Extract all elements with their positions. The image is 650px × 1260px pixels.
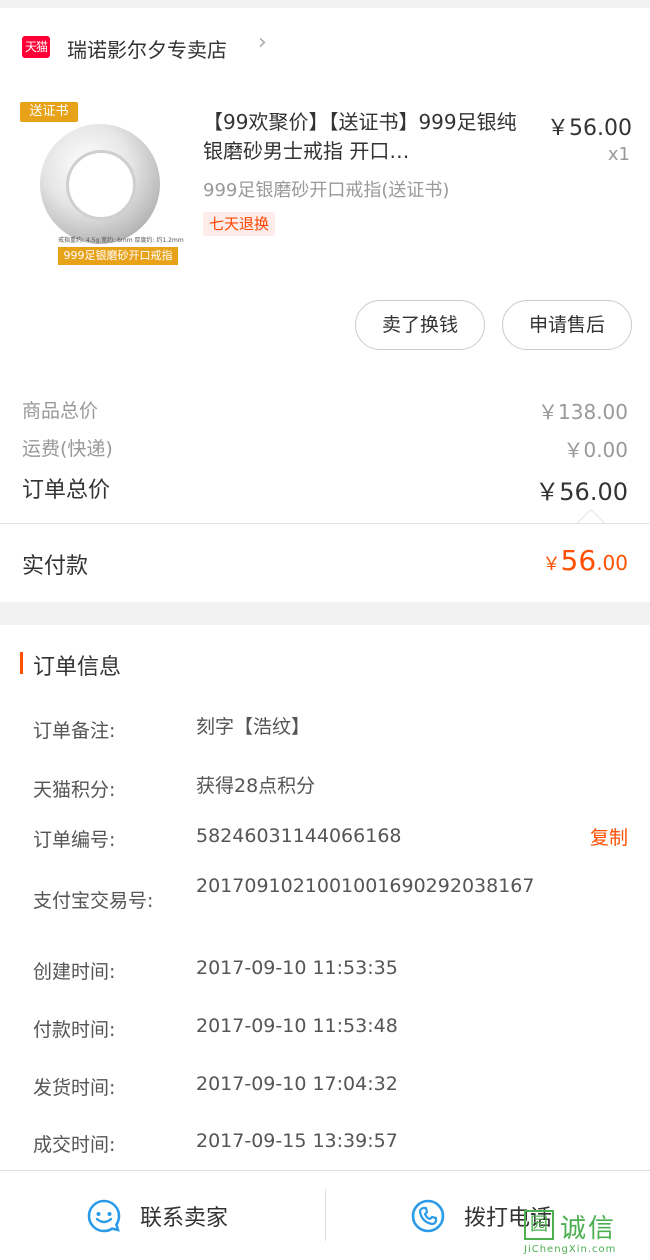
paid-time-value: 2017-09-10 11:53:48 — [196, 1015, 398, 1037]
alipay-trade-no-value: 2017091021001001690292038167 — [196, 875, 535, 897]
watermark-box: 园 — [524, 1210, 554, 1240]
contact-seller-label: 联系卖家 — [140, 1206, 229, 1231]
shipped-time-value: 2017-09-10 17:04:32 — [196, 1073, 398, 1095]
apply-after-sale-button[interactable]: 申请售后 — [502, 300, 632, 350]
goods-total-label: 商品总价 — [22, 400, 99, 422]
order-card: 天猫 瑞诺影尔夕专卖店 › 送证书 戒指重约: 4.5g 宽约: 6mm 厚度约… — [0, 8, 650, 602]
product-price: ￥56.00 — [547, 116, 632, 141]
top-strip — [0, 0, 650, 8]
watermark-text: 诚信 — [560, 1214, 617, 1244]
watermark-logo: 园 诚信 JiChengXin.com — [524, 1208, 642, 1256]
product-quantity: x1 — [607, 144, 630, 165]
order-total-label: 订单总价 — [22, 478, 111, 503]
shop-name[interactable]: 瑞诺影尔夕专卖店 — [67, 34, 227, 63]
product-image-tag: 送证书 — [20, 102, 78, 122]
order-total-row: 订单总价 ￥56.00 — [22, 472, 628, 507]
product-variant: 999足银磨砂开口戒指(送证书) — [203, 180, 450, 201]
shop-row[interactable]: 天猫 瑞诺影尔夕专卖店 › — [0, 28, 650, 68]
watermark-url: JiChengXin.com — [524, 1244, 617, 1255]
created-time-label: 创建时间: — [33, 961, 116, 983]
order-note-label: 订单备注: — [33, 720, 116, 742]
order-number-label: 订单编号: — [33, 829, 116, 851]
goods-total-value: ￥138.00 — [538, 400, 628, 424]
completed-time-label: 成交时间: — [33, 1134, 116, 1156]
freight-value: ￥0.00 — [563, 438, 628, 462]
order-info-title: 订单信息 — [33, 655, 122, 680]
amount-paid-currency: ￥ — [542, 554, 561, 575]
paid-time-label: 付款时间: — [33, 1019, 116, 1041]
product-image[interactable]: 送证书 戒指重约: 4.5g 宽约: 6mm 厚度约: 约1.2mm 999足银… — [20, 100, 190, 275]
bar-divider — [325, 1189, 326, 1241]
order-info-card: 订单信息 订单备注: 刻字【浩纹】 天猫积分: 获得28点积分 订单编号: 58… — [0, 625, 650, 1170]
sell-for-cash-button[interactable]: 卖了换钱 — [355, 300, 485, 350]
tmall-logo-icon: 天猫 — [22, 36, 50, 58]
tmall-points-label: 天猫积分: — [33, 779, 116, 801]
product-image-spec: 戒指重约: 4.5g 宽约: 6mm 厚度约: 约1.2mm — [58, 237, 184, 244]
alipay-trade-no-label: 支付宝交易号: — [33, 890, 154, 912]
divider — [0, 523, 650, 524]
copy-order-number-button[interactable]: 复制 — [590, 823, 628, 850]
phone-icon — [411, 1199, 445, 1233]
tmall-points-value: 获得28点积分 — [196, 775, 316, 797]
completed-time-value: 2017-09-15 13:39:57 — [196, 1130, 398, 1152]
order-note-value: 刻字【浩纹】 — [196, 716, 311, 738]
freight-row: 运费(快递) ￥0.00 — [22, 434, 628, 463]
freight-label: 运费(快递) — [22, 438, 113, 460]
product-image-banner: 999足银磨砂开口戒指 — [58, 247, 178, 265]
ring-hole — [66, 150, 136, 220]
amount-paid-decimal: .00 — [596, 551, 628, 575]
shipped-time-label: 发货时间: — [33, 1077, 116, 1099]
chat-smile-icon — [87, 1199, 121, 1233]
chevron-right-icon: › — [258, 30, 267, 55]
goods-total-row: 商品总价 ￥138.00 — [22, 396, 628, 425]
section-accent-bar — [20, 652, 23, 674]
created-time-value: 2017-09-10 11:53:35 — [196, 957, 398, 979]
contact-seller-button[interactable]: 联系卖家 — [86, 1171, 228, 1260]
order-total-value: ￥56.00 — [535, 478, 628, 506]
amount-paid-integer: 56 — [560, 544, 597, 577]
order-number-value: 58246031144066168 — [196, 825, 402, 847]
seven-day-return-badge: 七天退换 — [203, 212, 276, 236]
product-title[interactable]: 【99欢聚价】【送证书】999足银纯银磨砂男士戒指 开口… — [203, 108, 523, 166]
amount-paid-label: 实付款 — [22, 554, 89, 579]
amount-paid-value: ￥56.00 — [543, 544, 628, 577]
